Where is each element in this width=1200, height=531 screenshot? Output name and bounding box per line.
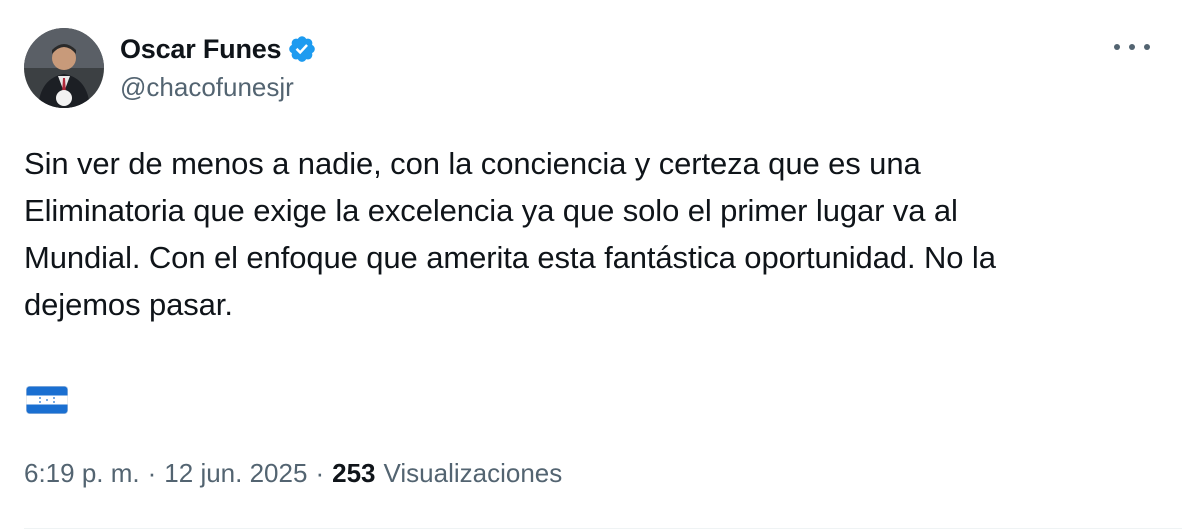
avatar[interactable] [24,28,104,108]
tweet-card: Oscar Funes @chacofunesjr Sin ver de men… [0,0,1200,531]
tweet-text-line: dejemos pasar. [24,287,233,322]
more-horizontal-icon [1114,44,1120,50]
tweet-time-link[interactable]: 6:19 p. m. [24,458,140,489]
tweet-text-line: Sin ver de menos a nadie, con la concien… [24,146,921,181]
more-horizontal-icon [1144,44,1150,50]
more-options-button[interactable] [1114,34,1150,60]
views-label[interactable]: Visualizaciones [384,458,563,489]
meta-separator: · [315,458,325,488]
author-display-name[interactable]: Oscar Funes [120,34,282,65]
verified-badge-icon[interactable] [287,34,317,64]
tweet-text-line: Mundial. Con el enfoque que amerita esta… [24,240,996,275]
views-count[interactable]: 253 [332,458,375,489]
more-horizontal-icon [1129,44,1135,50]
divider [24,528,1182,529]
meta-separator: · [147,458,157,488]
tweet-metadata: 6:19 p. m. · 12 jun. 2025 · 253 Visualiz… [24,458,562,489]
tweet-text: Sin ver de menos a nadie, con la concien… [24,140,1164,328]
tweet-text-line: Eliminatoria que exige la excelencia ya … [24,193,958,228]
author-handle[interactable]: @chacofunesjr [120,72,294,103]
tweet-date-link[interactable]: 12 jun. 2025 [164,458,307,489]
honduras-flag-icon [26,386,68,414]
author-name-row[interactable]: Oscar Funes [120,30,317,68]
